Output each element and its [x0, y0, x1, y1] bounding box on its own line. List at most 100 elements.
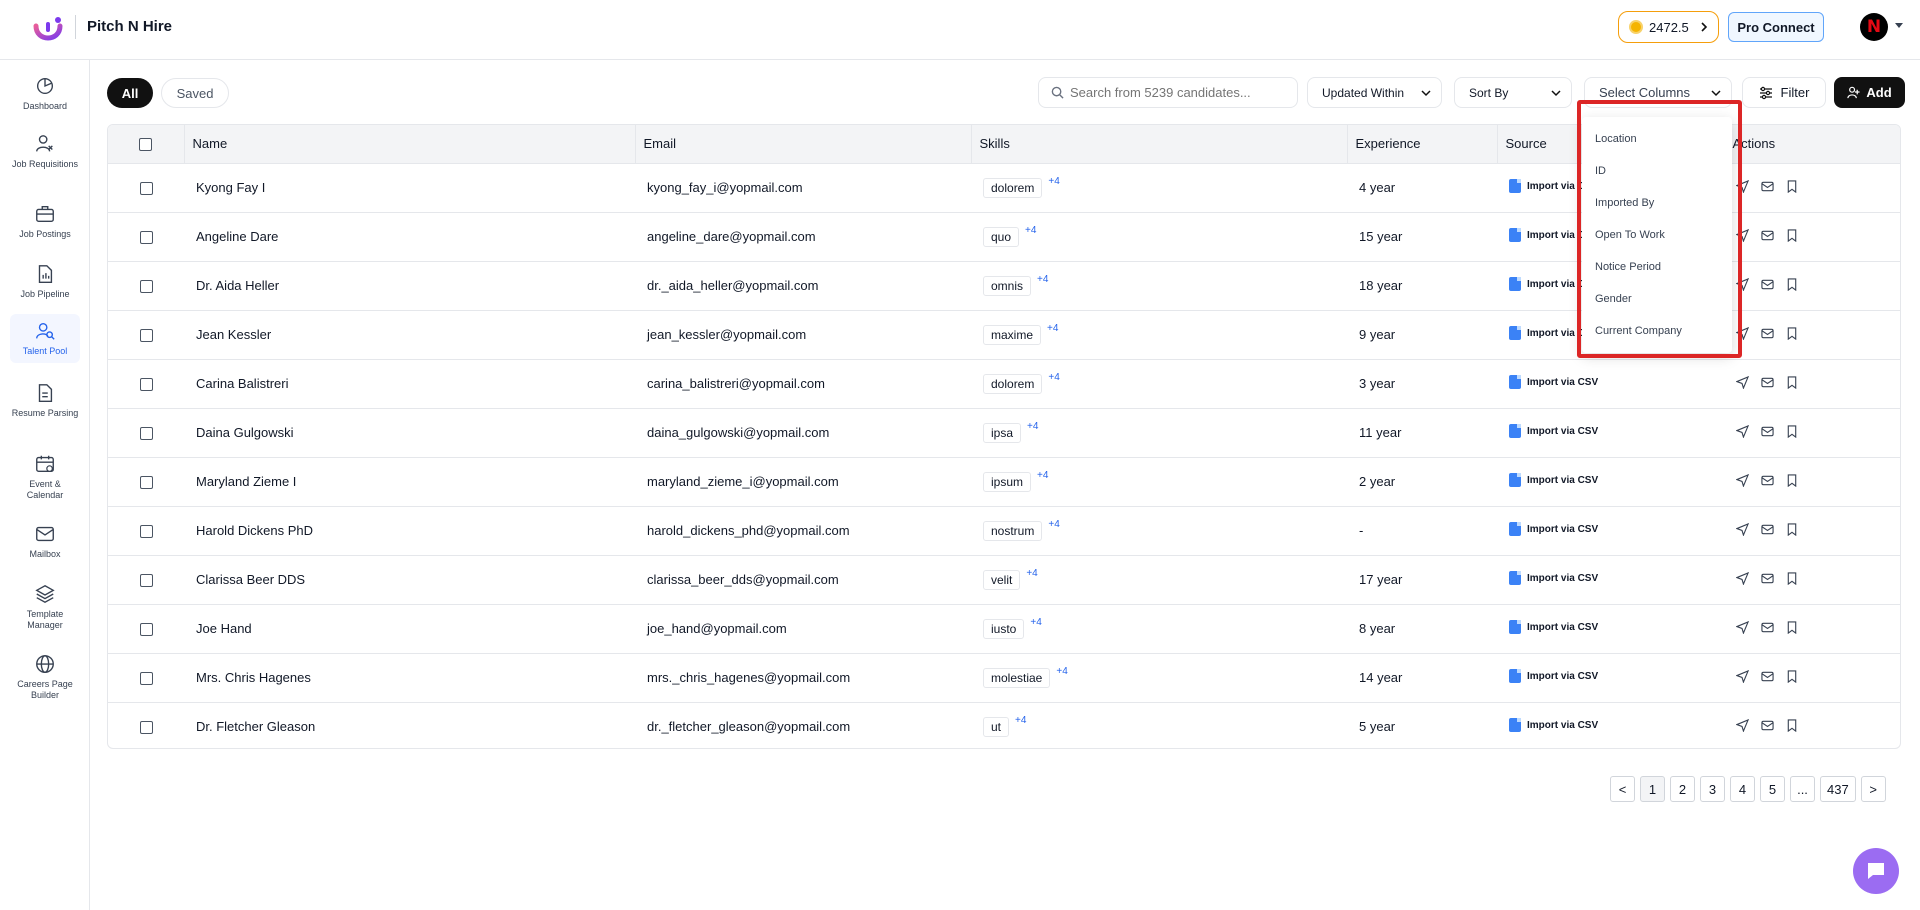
logo-icon[interactable]: [30, 12, 66, 48]
sidebar-item-job-postings[interactable]: Job Postings: [10, 203, 80, 240]
sidebar-item-event-calendar[interactable]: Event & Calendar: [10, 453, 80, 501]
candidate-name[interactable]: Jean Kessler: [184, 310, 635, 359]
send-icon[interactable]: [1736, 228, 1749, 242]
mail-icon[interactable]: [1761, 474, 1774, 487]
send-icon[interactable]: [1736, 473, 1749, 487]
column-option-imported-by[interactable]: Imported By: [1582, 187, 1732, 219]
candidate-name[interactable]: Clarissa Beer DDS: [184, 555, 635, 604]
filter-button[interactable]: Filter: [1742, 77, 1826, 108]
candidate-name[interactable]: Maryland Zieme I: [184, 457, 635, 506]
add-candidate-button[interactable]: Add: [1834, 77, 1905, 108]
row-checkbox[interactable]: [139, 672, 153, 686]
mail-icon[interactable]: [1761, 670, 1774, 683]
search-input[interactable]: [1070, 85, 1290, 100]
tab-saved[interactable]: Saved: [161, 78, 229, 108]
skill-more-count[interactable]: +4: [1027, 421, 1038, 432]
row-checkbox[interactable]: [139, 182, 153, 196]
skill-more-count[interactable]: +4: [1048, 519, 1059, 530]
send-icon[interactable]: [1736, 571, 1749, 585]
skill-more-count[interactable]: +4: [1056, 666, 1067, 677]
mail-icon[interactable]: [1761, 621, 1774, 634]
pagination-page-2[interactable]: 2: [1670, 776, 1695, 802]
skill-more-count[interactable]: +4: [1015, 715, 1026, 726]
table-row[interactable]: Carina Balistreri carina_balistreri@yopma…: [108, 359, 1900, 408]
mail-icon[interactable]: [1761, 327, 1774, 340]
send-icon[interactable]: [1736, 375, 1749, 389]
sidebar-item-job-requisitions[interactable]: Job Requisitions: [10, 133, 80, 170]
pagination-prev[interactable]: <: [1610, 776, 1635, 802]
bookmark-icon[interactable]: [1786, 669, 1798, 683]
pro-connect-button[interactable]: Pro Connect: [1728, 12, 1824, 42]
bookmark-icon[interactable]: [1786, 277, 1798, 291]
row-checkbox[interactable]: [139, 721, 153, 735]
table-row[interactable]: Joe Hand joe_hand@yopmail.com iusto +4 8 yea…: [108, 604, 1900, 653]
sidebar-item-careers-page-builder[interactable]: Careers Page Builder: [10, 653, 80, 701]
pagination-page-5[interactable]: 5: [1760, 776, 1785, 802]
tab-all[interactable]: All: [107, 78, 153, 108]
col-header-email[interactable]: Email: [635, 125, 972, 163]
search-box[interactable]: [1038, 77, 1298, 108]
send-icon[interactable]: [1736, 718, 1749, 732]
bookmark-icon[interactable]: [1786, 228, 1798, 242]
row-checkbox[interactable]: [139, 329, 153, 343]
caret-down-icon[interactable]: [1895, 23, 1903, 29]
candidate-name[interactable]: Angeline Dare: [184, 212, 635, 261]
row-checkbox[interactable]: [139, 525, 153, 539]
candidate-name[interactable]: Kyong Fay I: [184, 163, 635, 212]
row-checkbox[interactable]: [139, 574, 153, 588]
table-row[interactable]: Clarissa Beer DDS clarissa_beer_dds@yopma…: [108, 555, 1900, 604]
send-icon[interactable]: [1736, 179, 1749, 193]
column-option-current-company[interactable]: Current Company: [1582, 315, 1732, 347]
bookmark-icon[interactable]: [1786, 571, 1798, 585]
avatar[interactable]: N: [1860, 13, 1888, 41]
pagination-page-3[interactable]: 3: [1700, 776, 1725, 802]
select-all-checkbox[interactable]: [139, 138, 153, 152]
bookmark-icon[interactable]: [1786, 719, 1798, 732]
send-icon[interactable]: [1736, 424, 1749, 438]
row-checkbox[interactable]: [139, 427, 153, 441]
skill-more-count[interactable]: +4: [1037, 274, 1048, 285]
table-row[interactable]: Harold Dickens PhD harold_dickens_phd@yop…: [108, 506, 1900, 555]
send-icon[interactable]: [1736, 277, 1749, 291]
column-option-location[interactable]: Location: [1582, 123, 1732, 155]
col-header-name[interactable]: Name: [184, 125, 636, 163]
sidebar-item-resume-parsing[interactable]: Resume Parsing: [10, 382, 80, 419]
column-option-open-to-work[interactable]: Open To Work: [1582, 219, 1732, 251]
updated-within-select[interactable]: Updated Within: [1307, 77, 1442, 108]
mail-icon[interactable]: [1761, 180, 1774, 193]
mail-icon[interactable]: [1761, 572, 1774, 585]
candidate-name[interactable]: Daina Gulgowski: [184, 408, 635, 457]
credits-button[interactable]: 2472.5: [1618, 11, 1719, 43]
mail-icon[interactable]: [1761, 376, 1774, 389]
col-header-experience[interactable]: Experience: [1347, 125, 1498, 163]
sort-by-select[interactable]: Sort By: [1454, 77, 1572, 108]
pagination-ellipsis[interactable]: ...: [1790, 776, 1815, 802]
bookmark-icon[interactable]: [1786, 424, 1798, 438]
table-row[interactable]: Dr. Fletcher Gleason dr._fletcher_gleason…: [108, 702, 1900, 748]
candidate-name[interactable]: Harold Dickens PhD: [184, 506, 635, 555]
row-checkbox[interactable]: [139, 280, 153, 294]
pagination-page-4[interactable]: 4: [1730, 776, 1755, 802]
column-option-gender[interactable]: Gender: [1582, 283, 1732, 315]
sidebar-item-template-manager[interactable]: Template Manager: [10, 583, 80, 631]
skill-more-count[interactable]: +4: [1030, 617, 1041, 628]
table-row[interactable]: Maryland Zieme I maryland_zieme_i@yopmail…: [108, 457, 1900, 506]
candidate-name[interactable]: Carina Balistreri: [184, 359, 635, 408]
bookmark-icon[interactable]: [1786, 620, 1798, 634]
row-checkbox[interactable]: [139, 623, 153, 637]
send-icon[interactable]: [1736, 620, 1749, 634]
pagination-next[interactable]: >: [1860, 776, 1886, 802]
chat-bubble-button[interactable]: [1853, 848, 1899, 894]
skill-more-count[interactable]: +4: [1025, 225, 1036, 236]
bookmark-icon[interactable]: [1786, 473, 1798, 487]
row-checkbox[interactable]: [139, 378, 153, 392]
bookmark-icon[interactable]: [1786, 326, 1798, 340]
pagination-page-1[interactable]: 1: [1640, 776, 1665, 802]
bookmark-icon[interactable]: [1786, 375, 1798, 389]
row-checkbox[interactable]: [139, 476, 153, 490]
table-row[interactable]: Daina Gulgowski daina_gulgowski@yopmail.c…: [108, 408, 1900, 457]
sidebar-item-talent-pool[interactable]: Talent Pool: [10, 314, 80, 363]
candidate-name[interactable]: Joe Hand: [184, 604, 635, 653]
candidate-name[interactable]: Dr. Fletcher Gleason: [184, 702, 635, 748]
col-header-skills[interactable]: Skills: [971, 125, 1348, 163]
